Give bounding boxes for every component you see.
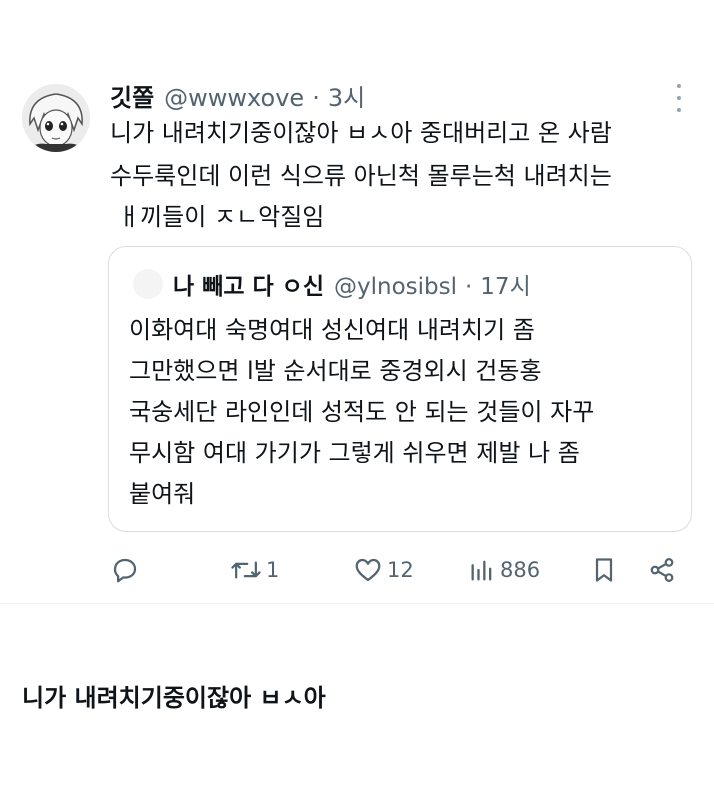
- reply-button[interactable]: [110, 553, 140, 587]
- quoted-text-line-2: 그만했으면 l발 순서대로 중경외시 건동홍: [129, 357, 542, 385]
- quoted-text-line-4: 무시함 여대 가기가 그렇게 쉬우면 제발 나 좀: [129, 439, 580, 467]
- share-button[interactable]: [648, 553, 676, 587]
- retweet-button[interactable]: 1: [230, 553, 279, 587]
- tweet-header: 깃쫄 @wwwxove · 3시: [110, 78, 365, 112]
- quoted-text-line-1: 이화여대 숙명여대 성신여대 내려치기 좀: [129, 316, 535, 344]
- quoted-header: 나 빼고 다 ㅇ신 @ylnosibsl · 17시: [173, 267, 531, 301]
- views-count: 886: [500, 558, 541, 582]
- quoted-display-name[interactable]: 나 빼고 다 ㅇ신: [173, 267, 324, 301]
- retweet-count: 1: [266, 558, 280, 582]
- quoted-text-line-3: 국숭세단 라인인데 성적도 안 되는 것들이 자꾸: [129, 398, 595, 426]
- avatar[interactable]: [22, 84, 90, 152]
- tweet-text-line-3: ㅐ끼들이 ㅈㄴ악질임: [118, 203, 325, 231]
- quoted-text-line-5: 붙여줘: [129, 480, 196, 508]
- separator-dot: ·: [312, 84, 320, 112]
- quoted-handle[interactable]: @ylnosibsl: [334, 274, 457, 300]
- retweet-icon: [230, 555, 262, 585]
- share-icon: [648, 555, 676, 585]
- more-options-icon[interactable]: [672, 84, 686, 112]
- tweet-text-line-2: 수두룩인데 이런 식으류 아닌척 몰루는척 내려치는: [110, 162, 612, 190]
- like-count: 12: [387, 558, 414, 582]
- quoted-avatar[interactable]: [133, 269, 163, 299]
- bookmark-button[interactable]: [590, 553, 618, 587]
- quoted-tweet[interactable]: 나 빼고 다 ㅇ신 @ylnosibsl · 17시 이화여대 숙명여대 성신여…: [108, 246, 692, 532]
- views-button[interactable]: 886: [468, 553, 540, 587]
- quoted-timestamp[interactable]: 17시: [480, 267, 530, 301]
- user-handle[interactable]: @wwwxove: [164, 84, 304, 112]
- views-icon: [468, 555, 496, 585]
- tweet-text-line-1: 니가 내려치기중이잖아 ㅂㅅ아 중대버리고 온 사람: [110, 119, 612, 147]
- heart-icon: [353, 555, 383, 585]
- caption-text: 니가 내려치기중이잖아 ㅂㅅ아: [22, 684, 326, 712]
- display-name[interactable]: 깃쫄: [110, 78, 154, 113]
- reply-icon: [110, 555, 140, 585]
- bookmark-icon: [590, 555, 618, 585]
- timestamp[interactable]: 3시: [328, 78, 365, 113]
- quoted-separator: ·: [464, 274, 473, 300]
- like-button[interactable]: 12: [353, 553, 414, 587]
- divider: [0, 603, 714, 604]
